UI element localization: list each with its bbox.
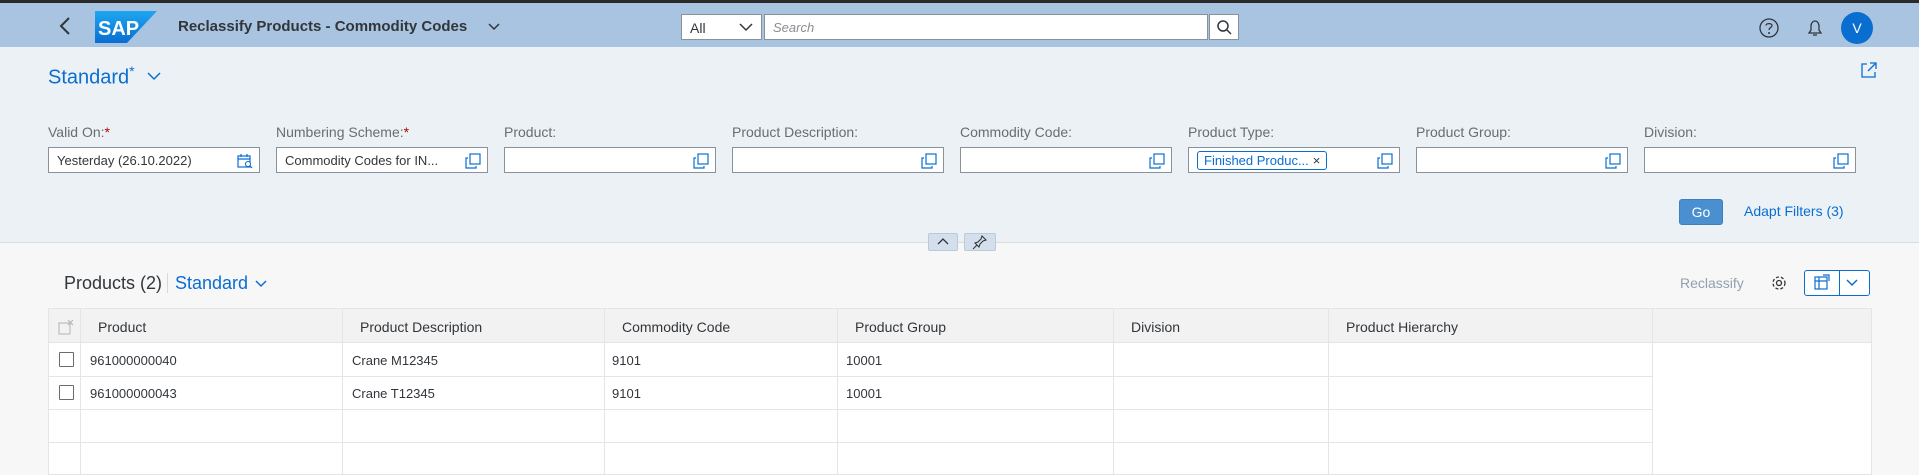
product-description-label: Product Description:	[732, 124, 859, 140]
reclassify-button[interactable]: Reclassify	[1680, 275, 1744, 291]
logo-text: SAP	[98, 18, 139, 40]
row-select-checkbox[interactable]	[59, 352, 74, 367]
column-divider	[80, 309, 81, 474]
numbering-scheme-field[interactable]: Commodity Codes for IN...	[276, 147, 488, 173]
title-separator	[167, 273, 168, 293]
product-type-token[interactable]: Finished Produc... ×	[1197, 151, 1328, 170]
product-type-field[interactable]: Finished Produc... ×	[1188, 147, 1400, 173]
column-divider	[837, 309, 838, 474]
search-icon	[1217, 20, 1232, 35]
settings-icon[interactable]	[1770, 274, 1788, 292]
table-header	[49, 309, 1871, 343]
cell-product-description: Crane T12345	[352, 386, 435, 401]
commodity-code-field[interactable]	[960, 147, 1172, 173]
value-help-icon[interactable]	[921, 153, 937, 169]
variant-name: Standard	[48, 66, 130, 89]
products-table: Product Product Description Commodity Co…	[48, 308, 1872, 475]
variant-modified-mark: *	[129, 63, 135, 79]
adapt-filters-button[interactable]: Adapt Filters (3)	[1744, 203, 1844, 219]
valid-on-value: Yesterday (26.10.2022)	[57, 153, 192, 168]
column-divider	[1652, 309, 1653, 474]
cell-product-description: Crane M12345	[352, 353, 438, 368]
chevron-down-icon[interactable]	[1845, 278, 1859, 288]
value-help-icon[interactable]	[465, 153, 481, 169]
value-help-icon[interactable]	[1149, 153, 1165, 169]
search-scope-select[interactable]: All	[681, 14, 762, 40]
numbering-scheme-value: Commodity Codes for IN...	[285, 153, 439, 168]
product-group-field[interactable]	[1416, 147, 1628, 173]
share-icon[interactable]	[1860, 61, 1878, 79]
column-header-product[interactable]: Product	[98, 319, 146, 335]
column-divider	[604, 309, 605, 474]
chevron-down-icon[interactable]	[254, 278, 268, 290]
search-scope-value: All	[690, 20, 706, 36]
variant-management[interactable]: Standard*	[48, 63, 135, 90]
user-avatar[interactable]: V	[1841, 12, 1873, 44]
chevron-down-icon[interactable]	[146, 69, 162, 83]
filter-bar: Standard* Valid On:* Numbering Scheme:* …	[0, 47, 1919, 251]
search-button[interactable]	[1209, 14, 1239, 40]
division-field[interactable]	[1644, 147, 1856, 173]
go-button[interactable]: Go	[1679, 199, 1723, 225]
export-icon	[1814, 274, 1830, 290]
cell-commodity-code: 9101	[612, 353, 641, 368]
column-divider	[1328, 309, 1329, 474]
column-header-product-group[interactable]: Product Group	[855, 319, 946, 335]
row-divider	[49, 409, 1653, 410]
token-remove-icon[interactable]: ×	[1313, 153, 1321, 168]
product-field[interactable]	[504, 147, 716, 173]
collapse-icon	[937, 238, 949, 245]
product-type-label: Product Type:	[1188, 124, 1275, 140]
cell-commodity-code: 9101	[612, 386, 641, 401]
cell-product: 961000000043	[90, 386, 177, 401]
commodity-code-label: Commodity Code:	[960, 124, 1073, 140]
app-title[interactable]: Reclassify Products - Commodity Codes	[178, 18, 467, 35]
valid-on-field[interactable]: Yesterday (26.10.2022)	[48, 147, 260, 173]
chevron-down-icon	[739, 23, 753, 32]
numbering-scheme-label: Numbering Scheme:*	[276, 124, 410, 140]
export-divider	[1839, 271, 1840, 295]
column-divider	[1113, 309, 1114, 474]
value-help-icon[interactable]	[693, 153, 709, 169]
select-all-icon[interactable]	[58, 319, 74, 335]
value-help-icon[interactable]	[1605, 153, 1621, 169]
shell-bar: SAP Reclassify Products - Commodity Code…	[0, 0, 1919, 47]
column-header-division[interactable]: Division	[1131, 319, 1180, 335]
sap-logo[interactable]: SAP	[95, 11, 157, 43]
cell-product-group: 10001	[846, 386, 883, 401]
value-help-icon[interactable]	[1377, 153, 1393, 169]
column-header-commodity-code[interactable]: Commodity Code	[622, 319, 730, 335]
pin-icon	[972, 234, 988, 250]
back-arrow-icon[interactable]	[54, 14, 78, 38]
value-help-icon[interactable]	[1833, 153, 1849, 169]
help-icon[interactable]	[1758, 17, 1780, 39]
product-label: Product:	[504, 124, 557, 140]
cell-product: 961000000040	[90, 353, 177, 368]
calendar-icon[interactable]	[237, 153, 253, 169]
chevron-down-icon[interactable]	[487, 20, 501, 34]
column-header-product-description[interactable]: Product Description	[360, 319, 482, 335]
export-button[interactable]	[1804, 270, 1870, 296]
row-select-checkbox[interactable]	[59, 385, 74, 400]
division-label: Division:	[1644, 124, 1697, 140]
collapse-header-button[interactable]	[928, 233, 958, 251]
valid-on-label: Valid On:*	[48, 124, 110, 140]
table-title: Products (2)	[64, 273, 163, 293]
row-divider	[49, 442, 1653, 443]
bell-icon[interactable]	[1804, 17, 1826, 39]
table-variant-management[interactable]: Standard	[175, 273, 248, 294]
cell-product-group: 10001	[846, 353, 883, 368]
product-group-label: Product Group:	[1416, 124, 1511, 140]
pin-header-button[interactable]	[964, 233, 996, 251]
row-divider	[49, 376, 1653, 377]
column-divider	[342, 309, 343, 474]
product-description-field[interactable]	[732, 147, 944, 173]
column-header-product-hierarchy[interactable]: Product Hierarchy	[1346, 319, 1458, 335]
search-input[interactable]: Search	[764, 14, 1208, 40]
